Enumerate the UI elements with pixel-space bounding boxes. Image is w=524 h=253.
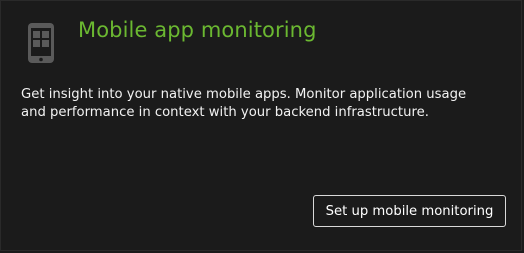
mobile-monitoring-card: Mobile app monitoring Get insight into y…: [0, 0, 522, 251]
mobile-phone-icon: [28, 23, 54, 63]
set-up-mobile-monitoring-button[interactable]: Set up mobile monitoring: [313, 195, 506, 227]
card-description: Get insight into your native mobile apps…: [21, 87, 467, 120]
card-title: Mobile app monitoring: [78, 18, 317, 42]
